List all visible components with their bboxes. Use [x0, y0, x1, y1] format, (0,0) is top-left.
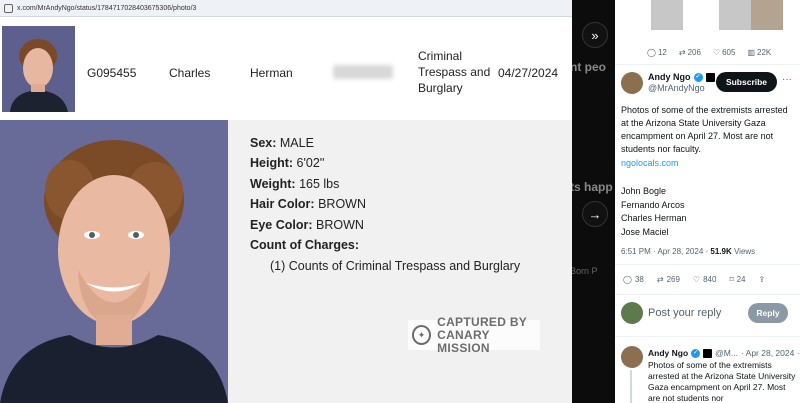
canary-seal-icon: ✦	[412, 325, 432, 345]
bookmark-icon: ⌑	[729, 275, 734, 284]
user-avatar[interactable]	[621, 302, 643, 324]
reply-input[interactable]: Post your reply	[648, 307, 721, 319]
verified-icon: ✓	[691, 348, 701, 358]
reply-tweet-text: Photos of some of the extremists arreste…	[648, 360, 796, 403]
name-item: John Bogle	[621, 186, 667, 196]
author-block[interactable]: Andy Ngo ✓ @MrAndyNgo	[648, 72, 715, 93]
charge-text: Criminal Trespass and Burglary	[418, 49, 491, 95]
bg-snippet: ts happ	[572, 180, 613, 194]
affiliate-badge-icon	[705, 72, 715, 82]
height-row: Height: 6'02''	[250, 156, 325, 170]
like-count[interactable]: ♡ 605	[713, 48, 736, 57]
url-text[interactable]: x.com/MrAndyNgo/status/17847170284036753…	[17, 5, 196, 12]
name-item: Charles Herman	[621, 213, 687, 223]
views-label: Views	[731, 247, 756, 256]
separator	[615, 336, 800, 337]
reply-button[interactable]: ◯ 38	[623, 275, 644, 284]
eye-row: Eye Color: BROWN	[250, 218, 364, 232]
names-list: John Bogle Fernando Arcos Charles Herman…	[621, 185, 687, 239]
watermark: ✦ CAPTURED BY CANARY MISSION	[408, 315, 540, 354]
tweet-time[interactable]: 6:51 PM · Apr 28, 2024 ·	[621, 247, 710, 256]
mugshot-photo	[0, 120, 228, 403]
share-icon: ⇪	[758, 275, 766, 284]
author-handle[interactable]: @MrAndyNgo	[648, 83, 715, 93]
background-page: nt peo ts happ Born P » →	[572, 0, 615, 403]
reply-icon: ◯	[623, 275, 632, 284]
subscribe-button[interactable]: Subscribe	[716, 72, 777, 92]
weight-row: Weight: 165 lbs	[250, 177, 340, 191]
record-row: G095455 Charles Herman Criminal Trespass…	[0, 22, 572, 120]
heart-icon: ♡	[692, 275, 701, 284]
share-button[interactable]: ⇪	[758, 275, 765, 284]
repost-icon: ⇄	[656, 275, 664, 284]
first-name: Charles	[169, 66, 211, 80]
name-item: Jose Maciel	[621, 226, 669, 237]
record-id: G095455	[87, 66, 137, 80]
redacted-field	[333, 65, 393, 79]
thumb-image	[651, 0, 683, 30]
view-count[interactable]: ▥ 22K	[747, 48, 771, 57]
thumb-image	[751, 0, 783, 30]
thumbnail-photo	[2, 26, 75, 112]
thread-line	[630, 370, 632, 403]
last-name: Herman	[250, 66, 293, 80]
verified-icon: ✓	[693, 72, 703, 82]
thumb-image	[719, 0, 751, 30]
reply-count[interactable]: ◯ 12	[647, 48, 667, 57]
top-images	[647, 0, 797, 42]
reply-author[interactable]: Andy Ngo	[648, 348, 688, 358]
top-stats: ◯ 12 ⇄ 206 ♡ 605 ▥ 22K	[647, 48, 771, 57]
separator	[615, 64, 800, 65]
expand-icon[interactable]: »	[582, 22, 608, 48]
arrest-date: 04/27/2024	[498, 66, 559, 80]
like-button[interactable]: ♡ 840	[693, 275, 717, 284]
reply-submit-button[interactable]: Reply	[748, 303, 788, 323]
address-bar[interactable]: x.com/MrAndyNgo/status/17847170284036753…	[0, 0, 572, 17]
tweet-text: Photos of some of the extremists arreste…	[621, 105, 788, 154]
screen: x.com/MrAndyNgo/status/17847170284036753…	[0, 0, 800, 403]
tweet-panel: ◯ 12 ⇄ 206 ♡ 605 ▥ 22K Andy Ngo ✓ @MrAndy…	[615, 0, 800, 403]
sex-row: Sex: MALE	[250, 136, 314, 150]
tweet-meta: 6:51 PM · Apr 28, 2024 · 51.9K Views	[621, 247, 755, 256]
separator	[615, 294, 800, 295]
bg-snippet: nt peo	[572, 60, 606, 74]
tweet-link[interactable]: ngolocals.com	[621, 158, 679, 168]
charges-label: Count of Charges:	[250, 238, 360, 252]
watermark-line1: CAPTURED BY	[437, 314, 528, 329]
more-icon[interactable]: ···	[782, 74, 792, 85]
views-count: 51.9K	[710, 247, 732, 256]
tweet-actions: ◯ 38 ⇄ 269 ♡ 840 ⌑ 24 ⇪	[623, 275, 765, 284]
next-photo-button[interactable]: →	[582, 201, 608, 227]
charges-line: (1) Counts of Criminal Trespass and Burg…	[270, 259, 521, 273]
repost-button[interactable]: ⇄ 269	[657, 275, 680, 284]
lock-icon	[4, 3, 13, 13]
bookmark-button[interactable]: ⌑ 24	[729, 275, 745, 284]
avatar[interactable]	[621, 72, 643, 94]
hair-row: Hair Color: BROWN	[250, 197, 366, 211]
avatar[interactable]	[621, 346, 643, 368]
reply-date[interactable]: · Apr 28, 2024 ·	[741, 348, 800, 358]
reply-handle[interactable]: @M...	[715, 348, 738, 358]
author-name[interactable]: Andy Ngo	[648, 72, 691, 82]
details-panel: Sex: MALE Height: 6'02'' Weight: 165 lbs…	[228, 120, 572, 403]
bg-snippet: Born P	[572, 266, 598, 276]
watermark-line2: CANARY MISSION	[437, 327, 490, 355]
reply-tweet-header: Andy Ngo ✓ @M... · Apr 28, 2024 ·	[648, 348, 800, 358]
name-item: Fernando Arcos	[621, 199, 685, 210]
affiliate-badge-icon	[703, 348, 713, 358]
separator	[615, 264, 800, 265]
repost-count[interactable]: ⇄ 206	[679, 48, 701, 57]
